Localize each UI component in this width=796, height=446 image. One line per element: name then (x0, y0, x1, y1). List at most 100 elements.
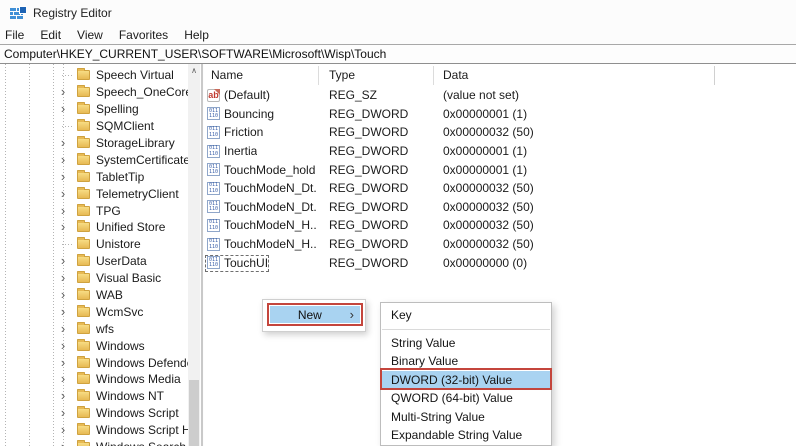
tree-item-tablettip[interactable]: › TabletTip (0, 168, 188, 185)
panel-separator[interactable] (201, 64, 203, 446)
column-divider[interactable] (433, 66, 434, 85)
value-row-touchmoden-dt-[interactable]: 011 110 TouchModeN_Dt... REG_DWORD 0x0000003… (204, 179, 796, 198)
value-name[interactable]: Friction (224, 125, 263, 139)
column-divider[interactable] (318, 66, 319, 85)
tree-item-telemetryclient[interactable]: › TelemetryClient (0, 185, 188, 202)
value-name[interactable]: TouchModeN_Dt... (224, 181, 317, 195)
menu-help[interactable]: Help (176, 28, 217, 42)
value-row-touchmoden-dt-[interactable]: 011 110 TouchModeN_Dt... REG_DWORD 0x0000003… (204, 198, 796, 217)
tree-item-windows-media[interactable]: › Windows Media (0, 371, 188, 388)
tree-item-label[interactable]: Speech_OneCore (96, 85, 188, 99)
tree-item-storagelibrary[interactable]: › StorageLibrary (0, 135, 188, 152)
tree-item-windows-nt[interactable]: › Windows NT (0, 388, 188, 405)
tree-item-label[interactable]: Visual Basic (96, 271, 161, 285)
chevron-right-icon[interactable]: › (57, 406, 69, 419)
tree-scrollbar-thumb[interactable] (189, 380, 199, 446)
value-name[interactable]: TouchModeN_H... (224, 218, 317, 232)
value-row-inertia[interactable]: 011 110 Inertia REG_DWORD 0x00000001 (1) (204, 142, 796, 161)
value-name[interactable]: TouchModeN_H... (224, 237, 317, 251)
value-name[interactable]: Inertia (224, 144, 257, 158)
value-name[interactable]: (Default) (224, 88, 270, 102)
chevron-right-icon[interactable]: › (57, 254, 69, 267)
tree-item-label[interactable]: Windows NT (96, 389, 164, 403)
menu-item-new[interactable]: New › (270, 306, 360, 323)
chevron-right-icon[interactable]: › (57, 85, 69, 98)
tree-item-label[interactable]: Spelling (96, 102, 139, 116)
tree-item-label[interactable]: wfs (96, 322, 114, 336)
value-row-touchui[interactable]: 011 110 TouchUI REG_DWORD 0x00000000 (0) (204, 253, 796, 272)
tree-item-sqmclient[interactable]: SQMClient (0, 118, 188, 135)
chevron-right-icon[interactable]: › (57, 389, 69, 402)
menu-view[interactable]: View (69, 28, 111, 42)
tree-item-wab[interactable]: › WAB (0, 287, 188, 304)
submenu-item-qword-64-bit-value[interactable]: QWORD (64-bit) Value (381, 389, 551, 408)
tree-item-visual-basic[interactable]: › Visual Basic (0, 270, 188, 287)
tree-item-spelling[interactable]: › Spelling (0, 101, 188, 118)
value-row-touchmode-hold[interactable]: 011 110 TouchMode_hold REG_DWORD 0x00000001 … (204, 160, 796, 179)
chevron-right-icon[interactable]: › (57, 372, 69, 385)
tree-item-wcmsvc[interactable]: › WcmSvc (0, 303, 188, 320)
tree-item-windows-script-host[interactable]: › Windows Script Host (0, 422, 188, 439)
tree-item-label[interactable]: Windows Script Host (96, 423, 188, 437)
tree-item-label[interactable]: TPG (96, 204, 121, 218)
chevron-right-icon[interactable]: › (57, 204, 69, 217)
menu-favorites[interactable]: Favorites (111, 28, 176, 42)
submenu-item-multi-string-value[interactable]: Multi-String Value (381, 408, 551, 427)
chevron-right-icon[interactable]: › (57, 322, 69, 335)
tree-item-label[interactable]: TelemetryClient (96, 187, 179, 201)
tree-item-systemcertificates[interactable]: › SystemCertificates (0, 151, 188, 168)
submenu-item-string-value[interactable]: String Value (381, 334, 551, 353)
column-header-type[interactable]: Type (329, 64, 355, 85)
tree-item-label[interactable]: Windows Script (96, 406, 179, 420)
chevron-right-icon[interactable]: › (57, 305, 69, 318)
submenu-item-key[interactable]: Key (381, 306, 551, 325)
tree-item-windows-search[interactable]: › Windows Search (0, 439, 188, 446)
tree-item-label[interactable]: SQMClient (96, 119, 154, 133)
tree-item-tpg[interactable]: › TPG (0, 202, 188, 219)
tree-item-windows-script[interactable]: › Windows Script (0, 405, 188, 422)
value-name[interactable]: TouchMode_hold (224, 163, 315, 177)
menu-file[interactable]: File (0, 28, 32, 42)
tree-item-label[interactable]: UserData (96, 254, 147, 268)
address-path[interactable]: Computer\HKEY_CURRENT_USER\SOFTWARE\Micr… (4, 47, 386, 61)
tree-item-label[interactable]: Unistore (96, 237, 141, 251)
chevron-right-icon[interactable]: › (57, 440, 69, 446)
tree-item-label[interactable]: Windows Defender (96, 356, 188, 370)
value-row-bouncing[interactable]: 011 110 Bouncing REG_DWORD 0x00000001 (1) (204, 105, 796, 124)
chevron-right-icon[interactable]: › (57, 339, 69, 352)
tree-item-label[interactable]: Unified Store (96, 220, 165, 234)
tree-item-windows[interactable]: › Windows (0, 337, 188, 354)
scroll-up-icon[interactable]: ∧ (188, 64, 200, 77)
tree-item-unistore[interactable]: Unistore (0, 236, 188, 253)
chevron-right-icon[interactable]: › (57, 187, 69, 200)
value-row--default-[interactable]: ab (Default) REG_SZ (value not set) (204, 86, 796, 105)
tree-item-speech-onecore[interactable]: › Speech_OneCore (0, 84, 188, 101)
chevron-right-icon[interactable]: › (57, 102, 69, 115)
tree-item-label[interactable]: Windows (96, 339, 145, 353)
tree-item-label[interactable]: WcmSvc (96, 305, 143, 319)
column-header-data[interactable]: Data (443, 64, 468, 85)
chevron-right-icon[interactable]: › (57, 356, 69, 369)
chevron-right-icon[interactable]: › (57, 220, 69, 233)
column-header-name[interactable]: Name (211, 64, 243, 85)
tree-item-userdata[interactable]: › UserData (0, 253, 188, 270)
tree-item-label[interactable]: Windows Search (96, 440, 186, 446)
tree-item-wfs[interactable]: › wfs (0, 320, 188, 337)
chevron-right-icon[interactable]: › (57, 170, 69, 183)
value-name[interactable]: TouchModeN_Dt... (224, 200, 317, 214)
value-row-touchmoden-h-[interactable]: 011 110 TouchModeN_H... REG_DWORD 0x00000032… (204, 216, 796, 235)
tree-item-unified-store[interactable]: › Unified Store (0, 219, 188, 236)
tree-item-label[interactable]: WAB (96, 288, 123, 302)
tree-item-windows-defender[interactable]: › Windows Defender (0, 354, 188, 371)
column-divider[interactable] (714, 66, 715, 85)
chevron-right-icon[interactable]: › (57, 288, 69, 301)
menu-edit[interactable]: Edit (32, 28, 69, 42)
tree-scrollbar[interactable]: ∧ (188, 64, 200, 446)
value-row-friction[interactable]: 011 110 Friction REG_DWORD 0x00000032 (50) (204, 123, 796, 142)
submenu-item-expandable-string-value[interactable]: Expandable String Value (381, 426, 551, 445)
tree-item-label[interactable]: SystemCertificates (96, 153, 188, 167)
tree-item-label[interactable]: Windows Media (96, 372, 181, 386)
chevron-right-icon[interactable]: › (57, 271, 69, 284)
tree-item-speech-virtual[interactable]: Speech Virtual (0, 67, 188, 84)
chevron-right-icon[interactable]: › (57, 423, 69, 436)
